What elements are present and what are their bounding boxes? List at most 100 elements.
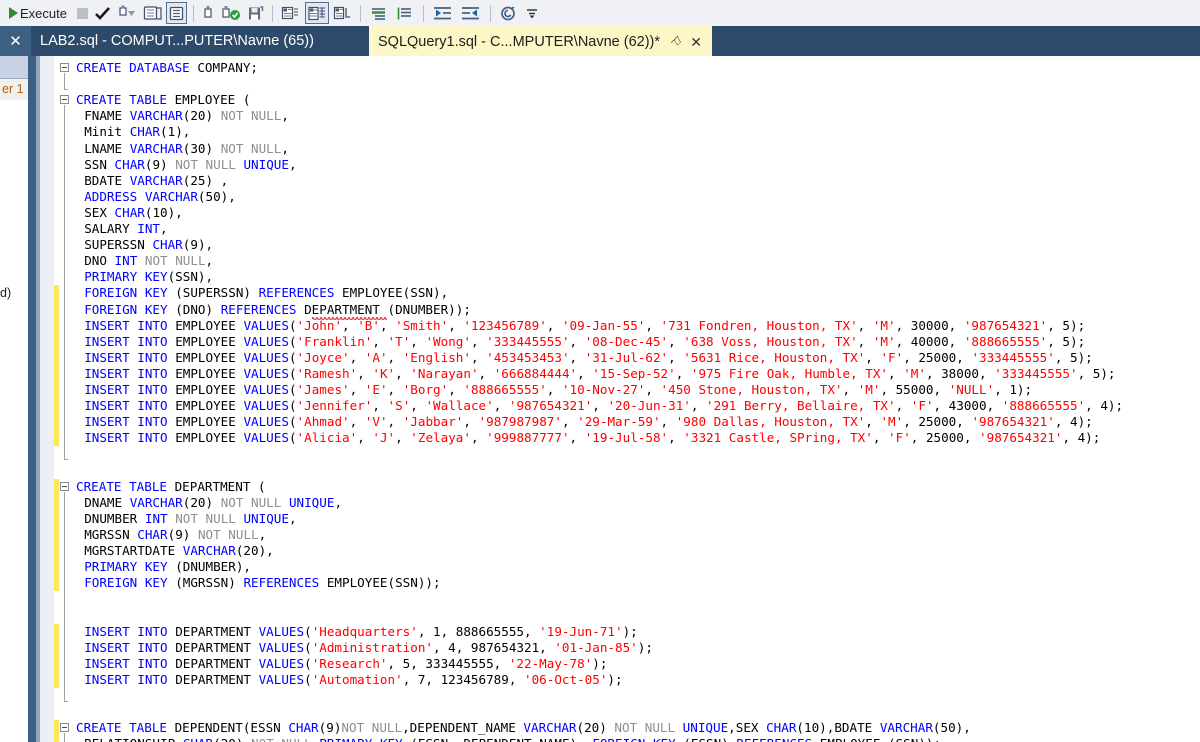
code-token: INSERT INTO	[84, 334, 175, 349]
panel-splitter[interactable]	[28, 56, 36, 742]
code-line	[76, 704, 84, 720]
code-token: 'F'	[880, 350, 903, 365]
toolbar-overflow-button[interactable]	[523, 2, 541, 24]
code-token: NOT NULL	[341, 720, 402, 735]
code-token: (25) ,	[183, 173, 229, 188]
code-token: ,	[547, 318, 562, 333]
code-token: '888665555'	[463, 382, 546, 397]
code-token: ,	[896, 398, 911, 413]
code-token: , 4);	[1085, 398, 1123, 413]
code-token: (	[304, 656, 312, 671]
include-actual-plan-button[interactable]	[166, 2, 187, 24]
debug-button[interactable]	[115, 2, 139, 24]
code-line: Minit CHAR(1),	[84, 124, 190, 140]
code-token: CHAR	[137, 527, 167, 542]
execute-label: Execute	[20, 6, 67, 21]
code-line: INSERT INTO EMPLOYEE VALUES('Franklin', …	[84, 334, 1085, 350]
code-token: ,	[494, 398, 509, 413]
toolbar-separator	[272, 5, 273, 22]
specify-values-button[interactable]	[497, 2, 521, 24]
comment-out-button[interactable]	[367, 2, 391, 24]
code-token: 'James'	[297, 382, 350, 397]
code-token: NOT NULL	[175, 511, 243, 526]
code-token: VARCHAR	[523, 720, 576, 735]
code-token: ,	[388, 350, 403, 365]
stop-button[interactable]	[75, 2, 90, 24]
save-results-button[interactable]	[245, 2, 266, 24]
code-token: UNIQUE	[683, 720, 729, 735]
object-explorer-tree[interactable]: d)	[0, 100, 28, 742]
code-token: (DNO)	[175, 302, 221, 317]
code-token: VALUES	[259, 624, 305, 639]
code-line: FOREIGN KEY (MGRSSN) REFERENCES EMPLOYEE…	[84, 575, 440, 591]
tab-lab2-sql[interactable]: LAB2.sql - COMPUT...PUTER\Navne (65))	[31, 26, 369, 56]
code-token: 'A'	[365, 350, 388, 365]
close-icon[interactable]: ✕	[690, 34, 702, 51]
code-token: EMPLOYEE	[175, 318, 243, 333]
code-token: PRIMARY KEY	[84, 269, 167, 284]
code-token: '15-Sep-52'	[592, 366, 675, 381]
code-token: ,	[668, 350, 683, 365]
code-token: ,	[865, 350, 880, 365]
include-client-statistics-button[interactable]	[219, 2, 243, 24]
code-token: '10-Nov-27'	[562, 382, 645, 397]
object-explorer-sliver[interactable]: er 1 d)	[0, 56, 28, 742]
code-token: 'E'	[365, 382, 388, 397]
code-line: FOREIGN KEY (DNO) REFERENCES DEPARTMENT …	[84, 302, 471, 318]
code-line: INSERT INTO DEPARTMENT VALUES('Automatio…	[84, 672, 622, 688]
code-token: CHAR	[288, 720, 318, 735]
display-estimated-plan-button[interactable]	[141, 2, 164, 24]
sql-editor[interactable]: CREATE DATABASE COMPANY; CREATE TABLE EM…	[40, 56, 1200, 742]
code-token: (	[304, 672, 312, 687]
code-token: NOT NULL	[175, 157, 243, 172]
code-token: INSERT INTO	[84, 414, 175, 429]
code-token: CREATE TABLE	[76, 479, 175, 494]
execute-button[interactable]: Execute	[1, 2, 73, 24]
code-line	[76, 688, 84, 704]
results-to-text-button[interactable]	[279, 2, 303, 24]
stop-icon	[77, 8, 88, 19]
code-token: (20)	[183, 495, 221, 510]
code-token: ,	[691, 398, 706, 413]
code-token: INSERT INTO	[84, 640, 175, 655]
query-options-button[interactable]	[200, 2, 217, 24]
decrease-indent-button[interactable]	[430, 2, 456, 24]
code-text[interactable]: CREATE DATABASE COMPANY; CREATE TABLE EM…	[76, 56, 1200, 742]
code-token: 'M'	[903, 366, 926, 381]
object-explorer-tab-label: er 1	[2, 82, 24, 96]
code-token: (9),	[183, 237, 213, 252]
code-token: ,	[865, 414, 880, 429]
code-token: 'Ramesh'	[297, 366, 358, 381]
code-token: ,	[281, 108, 289, 123]
code-token: (9)	[319, 720, 342, 735]
code-token: ,	[668, 334, 683, 349]
code-line: DNUMBER INT NOT NULL UNIQUE,	[84, 511, 296, 527]
code-token: 'V'	[365, 414, 388, 429]
code-token: , 5);	[1047, 318, 1085, 333]
results-to-file-button[interactable]	[331, 2, 354, 24]
code-token: NOT NULL	[614, 720, 682, 735]
code-token: VARCHAR	[130, 108, 183, 123]
code-token: (	[304, 640, 312, 655]
code-token: ,	[281, 141, 289, 156]
uncomment-button[interactable]	[393, 2, 417, 24]
code-token: , 25000,	[903, 350, 971, 365]
code-line: CREATE TABLE EMPLOYEE (	[76, 92, 250, 108]
code-token: ADDRESS VARCHAR	[84, 189, 198, 204]
code-token: INSERT INTO	[84, 366, 175, 381]
code-token: REFERENCES	[243, 575, 326, 590]
code-token: (SSN),	[168, 269, 214, 284]
results-to-grid-button[interactable]	[305, 2, 329, 24]
code-token: ,	[661, 414, 676, 429]
object-explorer-tab[interactable]: er 1	[0, 79, 28, 101]
code-line: LNAME VARCHAR(30) NOT NULL,	[84, 141, 289, 157]
code-token: ,	[350, 414, 365, 429]
tab-sqlquery1-sql[interactable]: SQLQuery1.sql - C...MPUTER\Navne (62))* …	[369, 26, 712, 56]
code-token: 'S'	[388, 398, 411, 413]
increase-indent-button[interactable]	[458, 2, 484, 24]
code-token: VALUES	[243, 414, 289, 429]
code-line: INSERT INTO EMPLOYEE VALUES('Ahmad', 'V'…	[84, 414, 1093, 430]
code-token: (ESSN)	[683, 736, 736, 742]
parse-button[interactable]	[92, 2, 113, 24]
tab-strip-close-button[interactable]: ✕	[0, 26, 32, 56]
